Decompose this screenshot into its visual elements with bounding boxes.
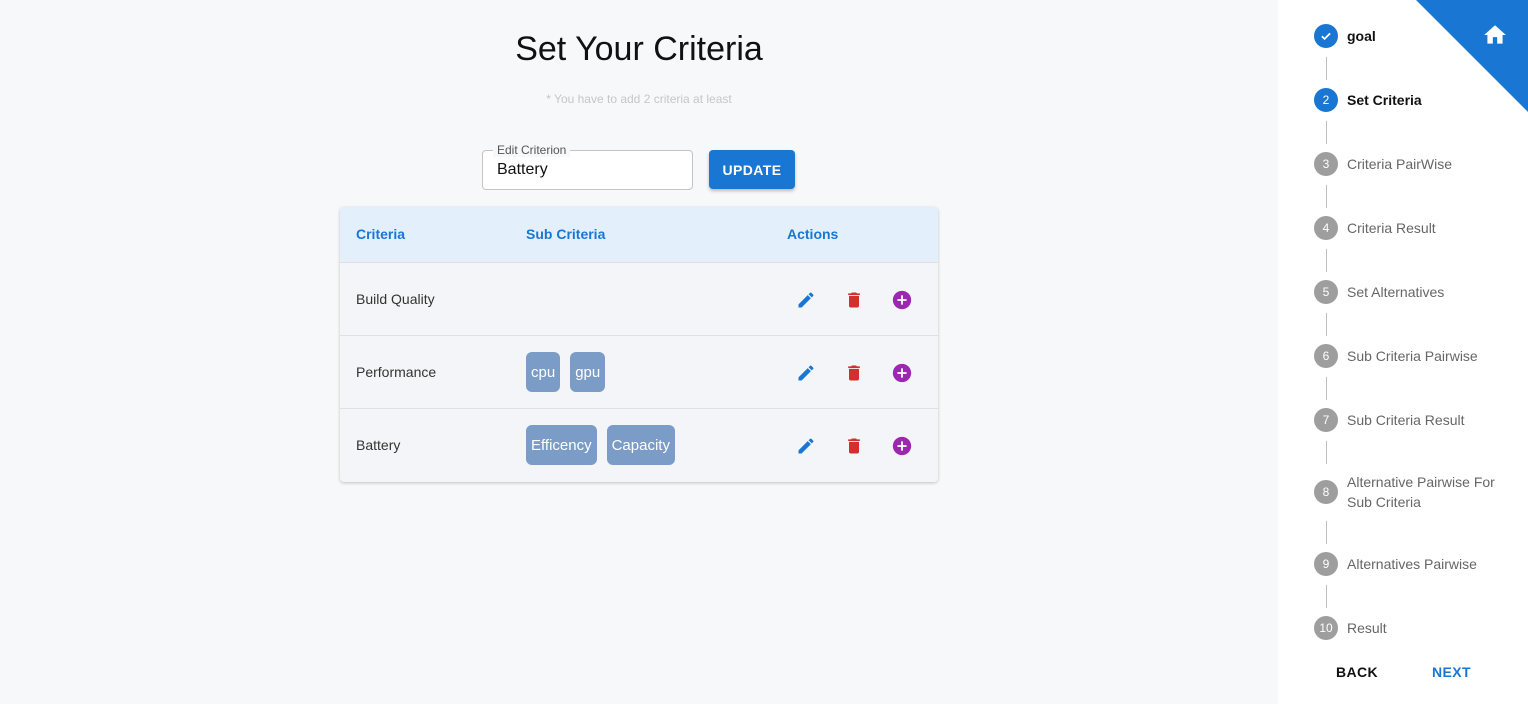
sub-criterion-chip[interactable]: gpu [570,352,606,392]
step-set-alternatives[interactable]: 5 Set Alternatives [1314,280,1444,304]
step-connector [1326,249,1327,272]
check-icon [1321,32,1331,41]
add-sub-criterion-button[interactable] [891,435,913,457]
edit-criterion-input[interactable] [483,151,692,189]
next-button[interactable]: NEXT [1432,664,1471,680]
sub-criteria-chips: cpu gpu [526,352,606,392]
edit-criterion-button[interactable] [795,362,817,384]
step-connector [1326,57,1327,80]
step-alternatives-pairwise[interactable]: 9 Alternatives Pairwise [1314,552,1477,576]
step-connector [1326,377,1327,400]
edit-criterion-field[interactable]: Edit Criterion [482,143,693,190]
header-sub-criteria: Sub Criteria [526,226,606,242]
step-sub-criteria-pairwise[interactable]: 6 Sub Criteria Pairwise [1314,344,1478,368]
step-label: Sub Criteria Result [1347,412,1465,428]
delete-criterion-button[interactable] [843,289,865,311]
criteria-hint: * You have to add 2 criteria at least [546,92,732,106]
step-number: 8 [1314,480,1338,504]
step-label: goal [1347,28,1376,44]
sub-criterion-chip[interactable]: Capacity [606,425,675,465]
step-label: Alternatives Pairwise [1347,556,1477,572]
step-connector [1326,521,1327,544]
edit-criterion-button[interactable] [795,435,817,457]
step-label: Sub Criteria Pairwise [1347,348,1478,364]
step-criteria-result[interactable]: 4 Criteria Result [1314,216,1436,240]
step-label: Criteria Result [1347,220,1436,236]
step-number: 7 [1314,408,1338,432]
update-button[interactable]: UPDATE [709,150,795,189]
step-label: Criteria PairWise [1347,156,1453,172]
step-label: Set Alternatives [1347,284,1445,300]
step-number: 10 [1314,616,1338,640]
sub-criterion-chip[interactable]: Efficency [526,425,597,465]
step-set-criteria[interactable]: 2 Set Criteria [1314,88,1422,112]
edit-criterion-button[interactable] [795,289,817,311]
add-sub-criterion-button[interactable] [891,289,913,311]
step-goal[interactable]: goal [1314,24,1376,48]
step-connector [1326,185,1327,208]
header-actions: Actions [787,226,839,242]
pencil-icon [798,438,814,454]
criterion-name: Build Quality [356,291,435,307]
sub-criteria-chips: Efficency Capacity [526,425,675,465]
delete-criterion-button[interactable] [843,362,865,384]
stepper-sidebar: goal 2 Set Criteria 3 Criteria PairWise … [1278,0,1528,704]
step-label: Set Criteria [1347,92,1422,108]
trash-icon [848,365,860,381]
sub-criterion-chip[interactable]: cpu [526,352,561,392]
table-row: Performance cpu gpu [340,336,938,409]
home-corner [1416,0,1528,112]
step-label: Alternative Pairwise For Sub Criteria [1347,474,1495,510]
pencil-icon [798,292,814,308]
step-sub-criteria-result[interactable]: 7 Sub Criteria Result [1314,408,1465,432]
home-icon[interactable] [1482,22,1508,48]
plus-circle-icon [892,363,912,383]
delete-criterion-button[interactable] [843,435,865,457]
step-done-circle [1314,24,1338,48]
step-label: Result [1347,620,1387,636]
criterion-name: Battery [356,437,401,453]
page-title: Set Your Criteria [515,30,763,68]
step-criteria-pairwise[interactable]: 3 Criteria PairWise [1314,152,1452,176]
plus-circle-icon [892,290,912,310]
trash-icon [848,438,860,454]
main-panel: Set Your Criteria * You have to add 2 cr… [0,0,1278,704]
table-header: Criteria Sub Criteria Actions [340,207,938,263]
step-number: 9 [1314,552,1338,576]
criterion-name: Performance [356,364,437,380]
back-button[interactable]: BACK [1336,664,1378,680]
step-number: 6 [1314,344,1338,368]
header-criteria: Criteria [356,226,406,242]
step-number: 2 [1314,88,1338,112]
step-connector [1326,585,1327,608]
step-connector [1326,121,1327,144]
criteria-table: Criteria Sub Criteria Actions Build Qual… [340,207,938,482]
pencil-icon [798,365,814,381]
table-row: Build Quality [340,263,938,336]
trash-icon [848,292,860,308]
step-number: 4 [1314,216,1338,240]
add-sub-criterion-button[interactable] [891,362,913,384]
step-connector [1326,313,1327,336]
step-result[interactable]: 10 Result [1314,616,1387,640]
table-row: Battery Efficency Capacity [340,409,938,482]
step-connector [1326,441,1327,464]
plus-circle-icon [892,436,912,456]
step-number: 5 [1314,280,1338,304]
step-alternative-pairwise-sub[interactable]: 8 Alternative Pairwise For Sub Criteria [1314,472,1497,512]
step-number: 3 [1314,152,1338,176]
